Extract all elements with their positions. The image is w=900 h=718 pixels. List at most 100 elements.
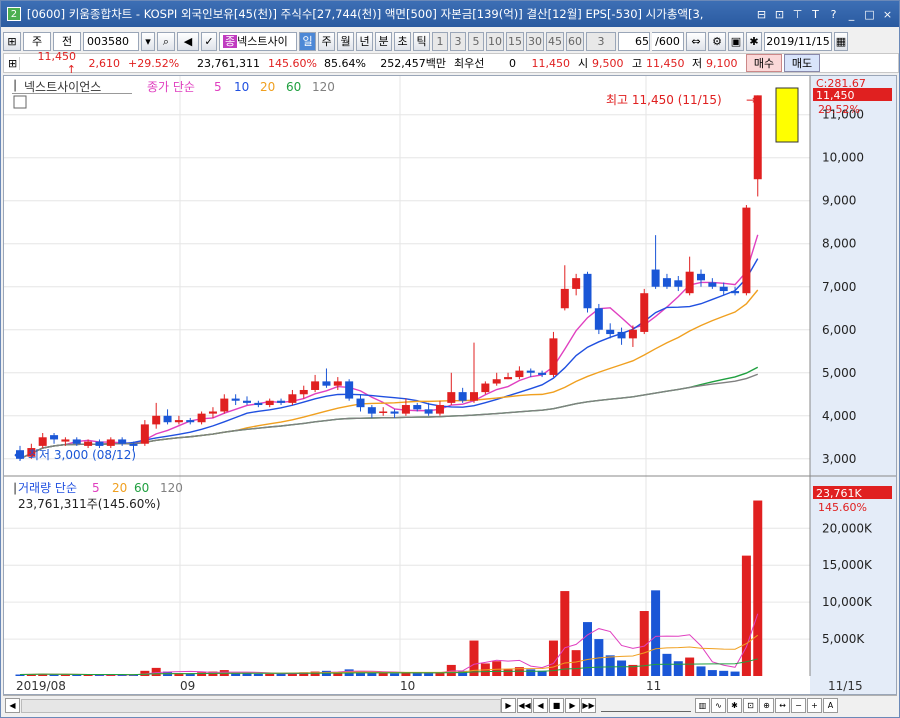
x-label-10: 10 xyxy=(400,679,415,693)
code-dropdown-icon[interactable]: ▾ xyxy=(141,31,155,51)
prev-select[interactable]: 전 xyxy=(53,31,81,51)
interval-60[interactable]: 60 xyxy=(566,31,584,51)
period-day[interactable]: 일 xyxy=(299,31,316,51)
interval-5[interactable]: 5 xyxy=(468,31,484,51)
price-tick-label: 8,000 xyxy=(822,237,856,251)
low-label: 저 xyxy=(692,57,703,70)
table-icon[interactable] xyxy=(13,95,27,109)
zoom-slider[interactable] xyxy=(601,700,691,712)
sell-button[interactable]: 매도 xyxy=(784,54,820,72)
interval-30[interactable]: 30 xyxy=(526,31,544,51)
candle-body xyxy=(731,291,740,294)
candle-body xyxy=(174,420,183,423)
candle-body xyxy=(299,389,308,395)
text-icon[interactable]: A xyxy=(823,698,838,713)
candle-body xyxy=(481,383,490,393)
calendar-icon[interactable]: ▦ xyxy=(834,31,848,51)
change-amount: 2,610 xyxy=(88,56,121,70)
pan-icon[interactable]: ↔ xyxy=(775,698,790,713)
open-price: 9,500 xyxy=(592,56,624,70)
period-second[interactable]: 초 xyxy=(394,31,411,51)
link-small-icon[interactable]: ⊕ xyxy=(759,698,774,713)
volume-bar xyxy=(265,673,275,676)
grid-icon[interactable]: ⊞ xyxy=(4,56,20,70)
candle-body xyxy=(458,392,467,401)
candle-body xyxy=(435,405,444,414)
plus-icon[interactable]: + xyxy=(807,698,822,713)
price-tag-pct: 29.52% xyxy=(818,103,860,116)
gear-icon[interactable]: ✱ xyxy=(746,31,762,51)
panel-icon[interactable]: ⊞ xyxy=(3,31,21,51)
forward-icon[interactable]: ▶ xyxy=(565,698,580,713)
pin-icon[interactable]: ⊤ xyxy=(790,7,805,22)
high-annotation: 최고 11,450 (11/15) xyxy=(606,93,722,107)
sound-icon[interactable]: ◀ xyxy=(177,31,199,51)
font-icon[interactable]: T xyxy=(808,7,823,22)
candlestick-chart[interactable]: 11,00010,0009,0008,0007,0006,0005,0004,0… xyxy=(4,76,896,694)
help-icon[interactable]: ? xyxy=(826,7,841,22)
chart-area[interactable]: 11,000 10,000 9,000 8,000 7,000 6,000 5,000 4,0… xyxy=(3,75,897,695)
ma-60: 60 xyxy=(286,80,301,94)
volume-bar xyxy=(378,673,388,676)
close-icon[interactable]: × xyxy=(880,7,895,22)
interval-10[interactable]: 10 xyxy=(486,31,504,51)
period-week[interactable]: 주 xyxy=(318,31,335,51)
volume-bar xyxy=(571,650,581,676)
open-label: 시 xyxy=(578,57,589,70)
interval-15[interactable]: 15 xyxy=(506,31,524,51)
line-chart-icon[interactable]: ∿ xyxy=(711,698,726,713)
settings-small-icon[interactable]: ✱ xyxy=(727,698,742,713)
change-percent: +29.52% xyxy=(128,56,180,70)
scroll-track[interactable] xyxy=(21,698,501,713)
period-minute[interactable]: 분 xyxy=(375,31,392,51)
candle-body xyxy=(265,400,274,406)
volume-bar xyxy=(390,673,400,676)
interval-input[interactable]: 3 xyxy=(586,31,616,51)
settings-icon[interactable]: ⚙ xyxy=(708,31,726,51)
period-tick[interactable]: 틱 xyxy=(413,31,430,51)
volume-bar xyxy=(242,673,252,676)
last-icon[interactable]: ▶▶ xyxy=(581,698,596,713)
search-icon[interactable]: ⌕ xyxy=(157,31,175,51)
chart-type-icon[interactable]: ▥ xyxy=(695,698,710,713)
date-input[interactable]: 2019/11/15 xyxy=(764,31,832,51)
zoom-icon[interactable]: ⇔ xyxy=(686,31,706,51)
count-input[interactable]: 65 xyxy=(618,31,650,51)
maximize-icon[interactable]: □ xyxy=(862,7,877,22)
period-month[interactable]: 월 xyxy=(337,31,354,51)
ma5-line xyxy=(19,234,759,460)
back-icon[interactable]: ◀ xyxy=(533,698,548,713)
x-label-09: 09 xyxy=(180,679,195,693)
app-icon: 2 xyxy=(7,7,21,21)
interval-3[interactable]: 3 xyxy=(450,31,466,51)
view-icon[interactable]: ⊡ xyxy=(743,698,758,713)
link-icon[interactable]: ⊡ xyxy=(772,7,787,22)
high-label: 고 xyxy=(632,57,643,70)
scroll-right-icon[interactable]: ▶ xyxy=(501,698,516,713)
period-year[interactable]: 년 xyxy=(356,31,373,51)
favorite-icon[interactable]: ✓ xyxy=(201,31,217,51)
candle-body xyxy=(231,398,240,401)
interval-1[interactable]: 1 xyxy=(432,31,448,51)
layout-icon[interactable]: ⊟ xyxy=(754,7,769,22)
candle-body xyxy=(549,338,558,375)
volume-bar xyxy=(741,555,751,676)
minimize-icon[interactable]: _ xyxy=(844,7,859,22)
stop-icon[interactable]: ■ xyxy=(549,698,564,713)
save-icon[interactable]: ▣ xyxy=(728,31,744,51)
interval-45[interactable]: 45 xyxy=(546,31,564,51)
chevron-icon[interactable]: ┃ xyxy=(12,79,18,92)
market-select[interactable]: 주 xyxy=(23,31,51,51)
volume-bar xyxy=(707,670,717,676)
volume-bar xyxy=(253,673,263,676)
minus-icon[interactable]: − xyxy=(791,698,806,713)
stock-code-input[interactable]: 003580 xyxy=(83,31,139,51)
vol-chevron-icon[interactable]: ┃ xyxy=(12,482,18,495)
volume-bar xyxy=(276,673,286,676)
candle-body xyxy=(163,415,172,423)
volume-bar xyxy=(685,657,695,676)
first-icon[interactable]: ◀◀ xyxy=(517,698,532,713)
turnover-rate: 85.64% xyxy=(324,56,366,70)
scroll-left-icon[interactable]: ◀ xyxy=(5,698,20,713)
buy-button[interactable]: 매수 xyxy=(746,54,782,72)
